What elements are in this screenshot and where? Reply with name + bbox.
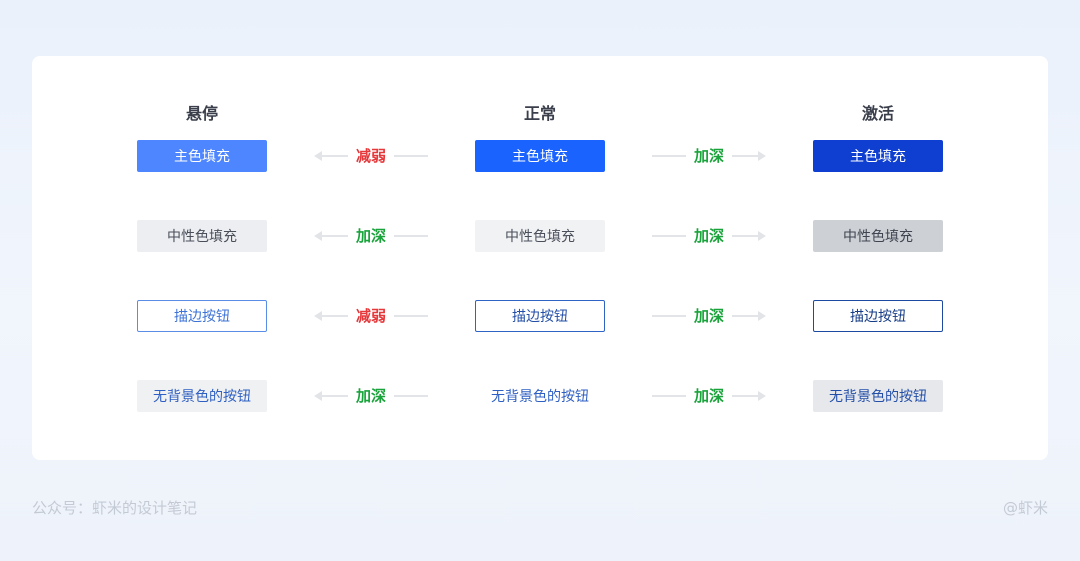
change-label: 减弱 — [355, 307, 386, 325]
arrow-right-primary: 加深 — [652, 146, 766, 166]
column-header-hover: 悬停 — [185, 104, 218, 123]
change-label: 减弱 — [355, 147, 386, 165]
ghost-button-normal[interactable]: 无背景色的按钮 — [475, 380, 605, 412]
column-header-active: 激活 — [861, 104, 894, 123]
arrow-right-neutral: 加深 — [652, 226, 766, 246]
primary-fill-button-hover[interactable]: 主色填充 — [137, 140, 267, 172]
arrow-left-ghost: 加深 — [314, 386, 428, 406]
change-label: 加深 — [355, 227, 386, 245]
change-label: 加深 — [693, 227, 724, 245]
change-label: 加深 — [693, 147, 724, 165]
ghost-button-hover[interactable]: 无背景色的按钮 — [137, 380, 267, 412]
primary-fill-button-normal[interactable]: 主色填充 — [475, 140, 605, 172]
change-label: 加深 — [693, 307, 724, 325]
footer-credit: 公众号：虾米的设计笔记 — [32, 499, 198, 517]
primary-fill-button-active[interactable]: 主色填充 — [813, 140, 943, 172]
arrow-left-neutral: 加深 — [314, 226, 428, 246]
footer-author: @虾米 — [1002, 499, 1048, 517]
outline-button-active[interactable]: 描边按钮 — [813, 300, 943, 332]
neutral-fill-button-hover[interactable]: 中性色填充 — [137, 220, 267, 252]
arrow-right-ghost: 加深 — [652, 386, 766, 406]
change-label: 加深 — [693, 387, 724, 405]
neutral-fill-button-normal[interactable]: 中性色填充 — [475, 220, 605, 252]
outline-button-normal[interactable]: 描边按钮 — [475, 300, 605, 332]
outline-button-hover[interactable]: 描边按钮 — [137, 300, 267, 332]
arrow-left-outline: 减弱 — [314, 306, 428, 326]
ghost-button-active[interactable]: 无背景色的按钮 — [813, 380, 943, 412]
neutral-fill-button-active[interactable]: 中性色填充 — [813, 220, 943, 252]
change-label: 加深 — [355, 387, 386, 405]
arrow-right-outline: 加深 — [652, 306, 766, 326]
column-header-normal: 正常 — [523, 104, 556, 123]
arrow-left-primary: 减弱 — [314, 146, 428, 166]
